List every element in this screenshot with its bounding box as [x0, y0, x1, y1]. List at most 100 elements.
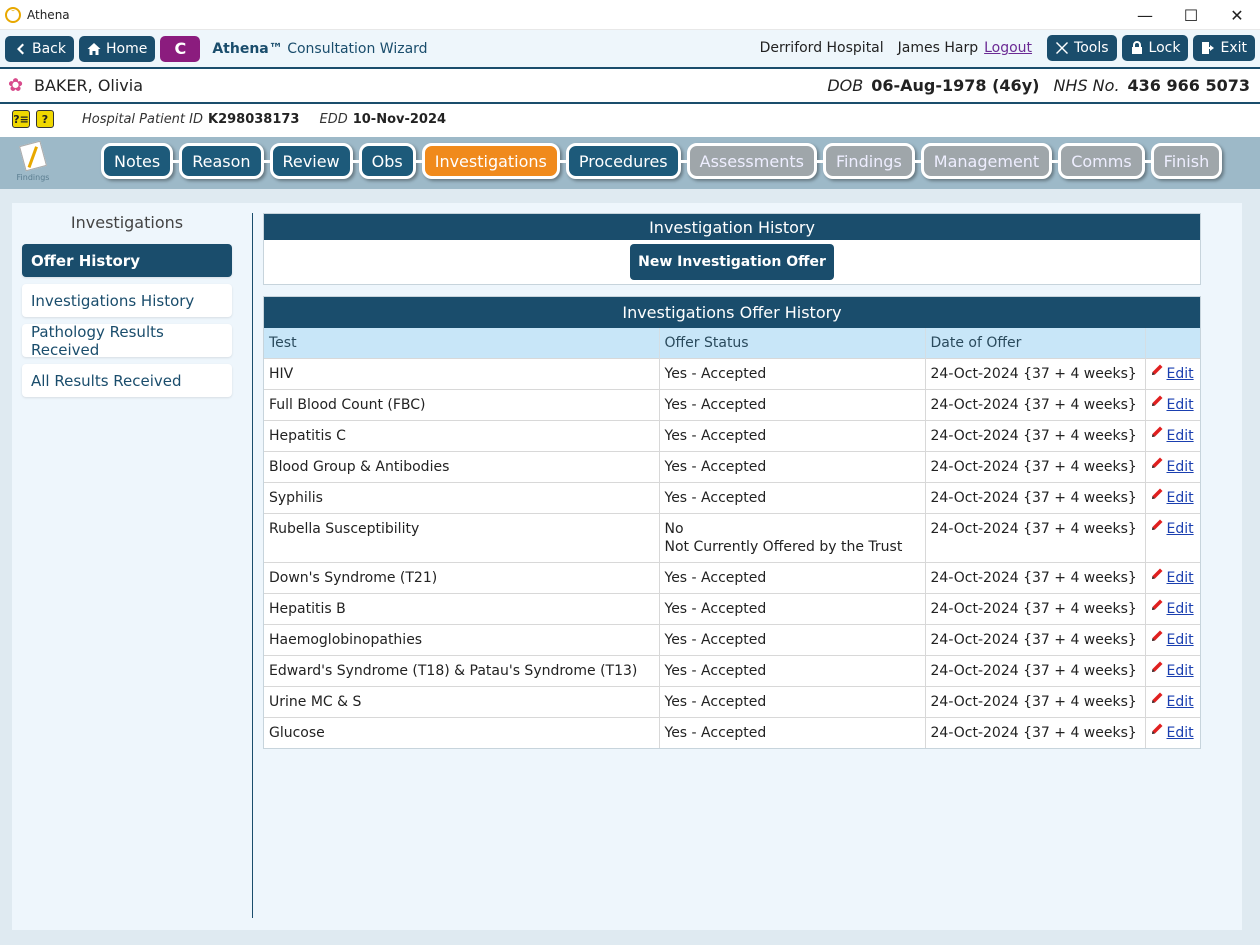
edit-cell: Edit [1145, 592, 1200, 624]
step-obs[interactable]: Obs [358, 143, 416, 179]
step-reason[interactable]: Reason [179, 143, 264, 179]
edit-link[interactable]: Edit [1167, 366, 1194, 382]
wizard-brand: Athena™ [212, 40, 283, 57]
step-finish[interactable]: Finish [1150, 143, 1223, 179]
tools-button[interactable]: Tools [1047, 35, 1117, 61]
offer-status-line: Not Currently Offered by the Trust [664, 538, 903, 555]
lock-label: Lock [1148, 40, 1181, 56]
new-investigation-offer-button[interactable]: New Investigation Offer [630, 244, 834, 280]
offer-status-line: Yes - Accepted [664, 458, 767, 475]
date-of-offer-cell: 24-Oct-2024 {37 + 4 weeks} [925, 388, 1146, 420]
pencil-icon [1151, 488, 1162, 499]
edit-link[interactable]: Edit [1167, 570, 1194, 586]
table-row: Glucose Yes - Accepted 24-Oct-2024 {37 + 4… [264, 716, 1200, 748]
athena-logo-icon: ˘ [5, 6, 21, 23]
sidebar-menu: Offer History Investigations History Patho… [22, 244, 232, 404]
logout-link[interactable]: Logout [984, 40, 1032, 56]
back-label: Back [32, 40, 66, 57]
investigation-history-box: Investigation History New Investigation … [263, 213, 1201, 285]
nhs-value: 436 966 5073 [1127, 76, 1250, 95]
sidebar-item-investigations-history[interactable]: Investigations History [22, 284, 232, 317]
sidebar-item-all-results-received[interactable]: All Results Received [22, 364, 232, 397]
offer-status-line: No [664, 520, 684, 537]
edit-link[interactable]: Edit [1167, 521, 1194, 537]
pencil-icon [1151, 519, 1162, 530]
step-review[interactable]: Review [269, 143, 353, 179]
chevron-left-icon [17, 43, 24, 54]
date-of-offer-cell: 24-Oct-2024 {37 + 4 weeks} [925, 592, 1146, 624]
test-cell: Down's Syndrome (T21) [264, 561, 660, 593]
back-button[interactable]: Back [5, 35, 74, 62]
edit-link[interactable]: Edit [1167, 694, 1194, 710]
edit-link[interactable]: Edit [1167, 397, 1194, 413]
c-button[interactable]: C [160, 35, 201, 62]
offer-status-cell: Yes - Accepted [659, 450, 926, 482]
home-button[interactable]: Home [79, 35, 156, 62]
findings-notepad-icon[interactable]: Findings [14, 140, 52, 187]
step-investigations[interactable]: Investigations [421, 143, 560, 179]
step-assessments[interactable]: Assessments [686, 143, 817, 179]
edit-link[interactable]: Edit [1167, 663, 1194, 679]
edit-link[interactable]: Edit [1167, 725, 1194, 741]
date-of-offer-cell: 24-Oct-2024 {37 + 4 weeks} [925, 419, 1146, 451]
edit-link[interactable]: Edit [1167, 490, 1194, 506]
step-findings[interactable]: Findings [822, 143, 915, 179]
offer-status-cell: Yes - Accepted [659, 623, 926, 655]
exit-button[interactable]: Exit [1193, 35, 1255, 61]
close-button[interactable]: ✕ [1214, 0, 1260, 30]
edit-cell: Edit [1145, 419, 1200, 451]
table-row: Edward's Syndrome (T18) & Patau's Syndro… [264, 654, 1200, 686]
sidebar-divider [252, 213, 253, 918]
maximize-button[interactable]: ☐ [1168, 0, 1214, 30]
step-management[interactable]: Management [920, 143, 1053, 179]
pencil-icon [1151, 723, 1162, 734]
notepad-pencil-icon [19, 140, 47, 172]
table-row: Hepatitis B Yes - Accepted 24-Oct-2024 {37… [264, 592, 1200, 624]
test-cell: Rubella Susceptibility [264, 512, 660, 562]
table-row: Blood Group & Antibodies Yes - Accepted 24… [264, 450, 1200, 482]
hospital-name: Derriford Hospital [759, 40, 884, 56]
sidebar-title: Investigations [70, 213, 184, 232]
content-panel: Investigations Offer History Investigatio… [12, 203, 1242, 930]
test-cell: Full Blood Count (FBC) [264, 388, 660, 420]
date-of-offer-cell: 24-Oct-2024 {37 + 4 weeks} [925, 623, 1146, 655]
edit-link[interactable]: Edit [1167, 632, 1194, 648]
offer-status-line: Yes - Accepted [664, 427, 767, 444]
dob-label: DOB [827, 76, 864, 95]
edit-link[interactable]: Edit [1167, 601, 1194, 617]
notes-help-icon[interactable]: ?≡ [12, 110, 30, 128]
table-row: Hepatitis C Yes - Accepted 24-Oct-2024 {37… [264, 419, 1200, 451]
exit-label: Exit [1220, 40, 1247, 56]
step-procedures[interactable]: Procedures [565, 143, 681, 179]
title-bar: ˘ Athena — ☐ ✕ [0, 0, 1260, 30]
lock-button[interactable]: Lock [1121, 35, 1189, 61]
pencil-icon [1151, 395, 1162, 406]
offer-status-cell: No Not Currently Offered by the Trust [659, 512, 926, 562]
offer-status-line: Yes - Accepted [664, 396, 767, 413]
test-cell: Blood Group & Antibodies [264, 450, 660, 482]
step-connector [914, 159, 921, 163]
step-connector [352, 159, 359, 163]
edit-cell: Edit [1145, 481, 1200, 513]
test-cell: Haemoglobinopathies [264, 623, 660, 655]
help-icon[interactable]: ? [36, 110, 54, 128]
sidebar-item-offer-history[interactable]: Offer History [22, 244, 232, 277]
pencil-icon [1151, 457, 1162, 468]
edit-link[interactable]: Edit [1167, 459, 1194, 475]
hospital-id-value: K298038173 [208, 111, 300, 127]
step-connector [1144, 159, 1151, 163]
pencil-icon [1151, 630, 1162, 641]
patient-name: BAKER, Olivia [34, 76, 144, 95]
step-comms[interactable]: Comms [1058, 143, 1145, 179]
sidebar-item-pathology-results-received[interactable]: Pathology Results Received [22, 323, 232, 359]
date-of-offer-cell: 24-Oct-2024 {37 + 4 weeks} [925, 654, 1146, 686]
patient-demographics: DOB 06-Aug-1978 (46y) NHS No. 436 966 50… [827, 69, 1250, 102]
step-notes[interactable]: Notes [101, 143, 174, 179]
edit-link[interactable]: Edit [1167, 428, 1194, 444]
window-controls: — ☐ ✕ [1122, 0, 1260, 30]
lock-icon [1131, 41, 1142, 54]
minimize-button[interactable]: — [1122, 0, 1168, 30]
findings-icon-label: Findings [16, 173, 50, 182]
date-of-offer-cell: 24-Oct-2024 {37 + 4 weeks} [925, 481, 1146, 513]
offer-status-cell: Yes - Accepted [659, 357, 926, 389]
